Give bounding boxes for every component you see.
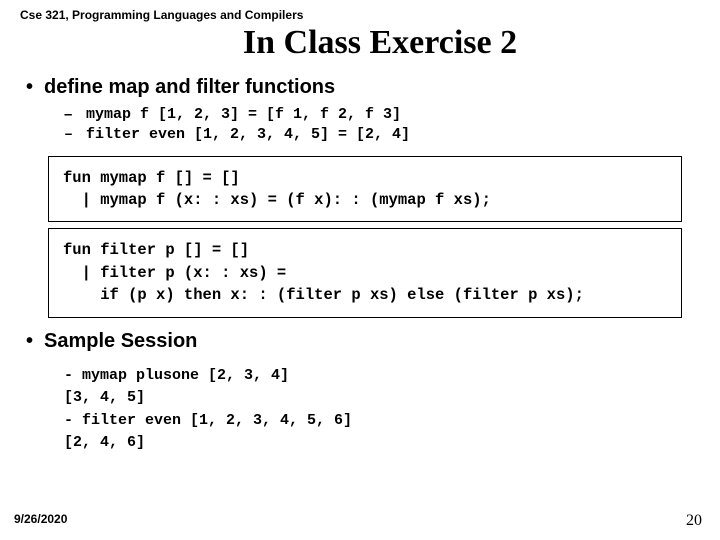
example-filter: – filter even [1, 2, 3, 4, 5] = [2, 4] [64, 125, 700, 145]
bullet-sample-text: Sample Session [44, 330, 197, 353]
section-define: • define map and filter functions – myma… [26, 76, 700, 146]
sample-session: - mymap plusone [2, 3, 4] [3, 4, 5] - fi… [64, 365, 700, 455]
sample-line: [3, 4, 5] [64, 387, 700, 410]
bullet-sample: • Sample Session [26, 330, 700, 353]
bullet-define-text: define map and filter functions [44, 76, 335, 99]
bullet-define: • define map and filter functions [26, 76, 700, 99]
page-title: In Class Exercise 2 [60, 24, 700, 62]
page-number: 20 [686, 512, 702, 530]
sample-line: - mymap plusone [2, 3, 4] [64, 365, 700, 388]
example-mymap: – mymap f [1, 2, 3] = [f 1, f 2, f 3] [64, 105, 700, 125]
section-sample: • Sample Session - mymap plusone [2, 3, … [26, 330, 700, 455]
code-box-filter: fun filter p [] = [] | filter p (x: : xs… [48, 228, 682, 317]
bullet-icon: • [26, 330, 44, 353]
example-filter-text: filter even [1, 2, 3, 4, 5] = [2, 4] [86, 125, 410, 145]
dash-icon: – [64, 125, 86, 145]
bullet-icon: • [26, 76, 44, 99]
define-examples: – mymap f [1, 2, 3] = [f 1, f 2, f 3] – … [64, 105, 700, 146]
sample-line: - filter even [1, 2, 3, 4, 5, 6] [64, 410, 700, 433]
code-box-mymap: fun mymap f [] = [] | mymap f (x: : xs) … [48, 156, 682, 223]
example-mymap-text: mymap f [1, 2, 3] = [f 1, f 2, f 3] [86, 105, 401, 125]
footer: 9/26/2020 20 [14, 512, 702, 530]
sample-line: [2, 4, 6] [64, 432, 700, 455]
dash-icon: – [64, 105, 86, 125]
footer-date: 9/26/2020 [14, 512, 67, 530]
course-header: Cse 321, Programming Languages and Compi… [20, 8, 700, 22]
